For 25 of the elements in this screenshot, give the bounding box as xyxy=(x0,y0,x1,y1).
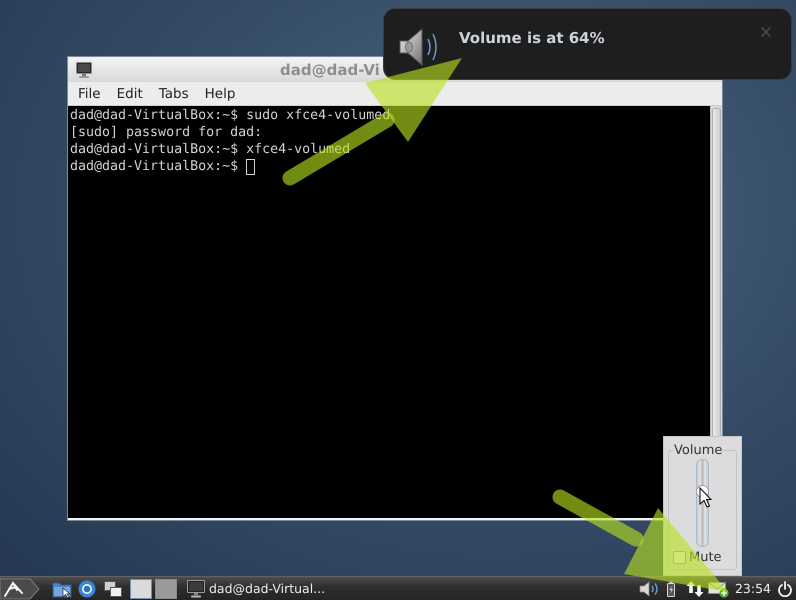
clock[interactable]: 23:54 xyxy=(734,581,771,596)
menu-item[interactable]: File xyxy=(70,86,109,102)
menu-item[interactable]: Help xyxy=(196,86,244,102)
frame-label: Volume xyxy=(673,443,724,458)
monitor-icon xyxy=(187,580,205,598)
menu-item[interactable]: Tabs xyxy=(150,86,197,102)
battery-icon[interactable] xyxy=(666,580,675,596)
ring-icon[interactable] xyxy=(78,580,96,598)
workspace-button[interactable] xyxy=(155,578,177,598)
mouse-pointer-icon xyxy=(699,487,712,508)
windows-icon[interactable] xyxy=(104,580,122,596)
terminal-line: [sudo] password for dad: xyxy=(70,124,262,141)
menu-item[interactable]: Edit xyxy=(108,86,151,102)
power-icon[interactable] xyxy=(778,580,792,596)
volume-slider-track[interactable] xyxy=(696,459,709,547)
logo-icon[interactable] xyxy=(0,578,42,600)
monitor-icon xyxy=(76,62,92,78)
mute-checkbox[interactable] xyxy=(673,551,686,564)
task-button[interactable]: dad@dad-Virtual... xyxy=(187,580,326,598)
window-title: dad@dad-Vi xyxy=(280,60,380,78)
up-down-arrows-icon[interactable] xyxy=(686,580,704,598)
mail-icon[interactable] xyxy=(708,580,729,598)
notification-message: Volume is at 64% xyxy=(459,29,605,47)
terminal-line: dad@dad-VirtualBox:~$ xyxy=(70,158,238,175)
workspace-button[interactable] xyxy=(130,578,152,598)
